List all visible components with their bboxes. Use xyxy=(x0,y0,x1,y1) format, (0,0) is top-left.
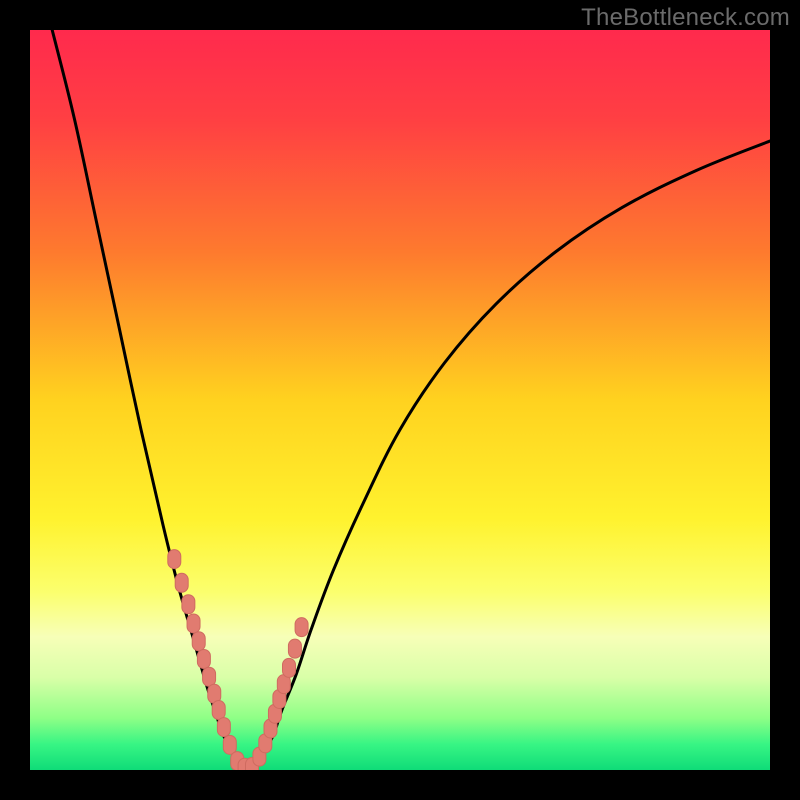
chart-frame: TheBottleneck.com xyxy=(0,0,800,800)
background-gradient xyxy=(30,30,770,770)
plot-area xyxy=(30,30,770,770)
watermark-text: TheBottleneck.com xyxy=(581,4,790,32)
